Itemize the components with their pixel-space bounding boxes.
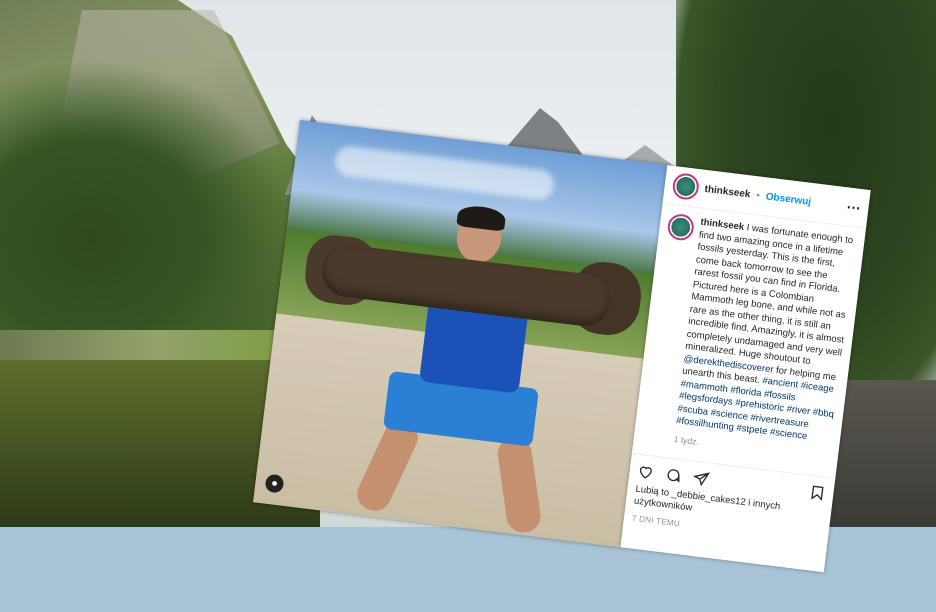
caption-block: thinkseek I was fortunate enough to find… — [633, 204, 866, 472]
more-icon[interactable]: ⋯ — [846, 198, 862, 217]
username[interactable]: thinkseek — [704, 183, 751, 200]
share-icon[interactable] — [692, 470, 711, 488]
bookmark-icon[interactable] — [809, 484, 827, 502]
posted-time: 7 DNI TEMU — [631, 513, 681, 529]
heart-icon[interactable] — [637, 463, 655, 481]
clouds — [333, 144, 556, 202]
instagram-post: ● thinkseek • Obserwuj ⋯ thinkseek I was… — [249, 120, 916, 612]
separator-dot: • — [755, 189, 761, 202]
forest-left — [0, 60, 300, 360]
post-photo[interactable]: ● — [253, 120, 668, 548]
avatar[interactable] — [671, 172, 701, 201]
caption: thinkseek I was fortunate enough to find… — [675, 217, 857, 447]
comment-icon[interactable] — [665, 466, 683, 484]
avatar[interactable] — [666, 212, 696, 242]
caption-text: I was fortunate enough to find two amazi… — [684, 222, 854, 367]
follow-button[interactable]: Obserwuj — [765, 191, 812, 207]
